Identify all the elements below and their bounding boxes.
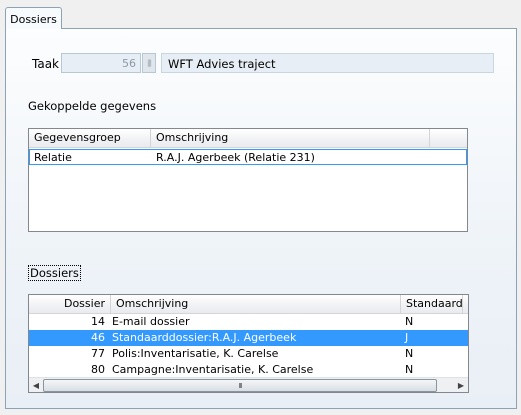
list-item[interactable]: Relatie R.A.J. Agerbeek (Relatie 231) xyxy=(29,149,467,165)
cell-omschrijving: E-mail dossier xyxy=(112,315,190,328)
list-header: Dossier Omschrijving Standaard xyxy=(29,295,468,314)
scroll-left-icon[interactable]: ◀ xyxy=(30,379,42,391)
cell-omschrijving: R.A.J. Agerbeek (Relatie 231) xyxy=(156,151,315,164)
cell-standaard: N xyxy=(405,315,414,328)
gekoppelde-gegevens-label: Gekoppelde gegevens xyxy=(28,99,157,113)
scroll-right-icon[interactable]: ▶ xyxy=(455,379,467,391)
cell-standaard: J xyxy=(405,331,409,344)
cell-dossier: 77 xyxy=(91,347,105,360)
tab-dossiers[interactable]: Dossiers xyxy=(5,7,62,29)
dossiers-panel: Taak 56 ||| WFT Advies traject Gekoppeld… xyxy=(5,28,517,409)
tab-dossiers-label: Dossiers xyxy=(10,12,57,26)
taak-lookup-button[interactable]: ||| xyxy=(142,53,156,73)
cell-dossier: 46 xyxy=(91,331,105,344)
column-header-gegevensgroep[interactable]: Gegevensgroep xyxy=(29,129,151,147)
gekoppelde-gegevens-list[interactable]: Gegevensgroep Omschrijving Relatie R.A.J… xyxy=(28,128,468,232)
column-header-omschrijving[interactable]: Omschrijving xyxy=(111,295,401,313)
cell-dossier: 80 xyxy=(91,363,105,376)
taak-number-field[interactable]: 56 xyxy=(61,53,141,73)
grip-icon: III xyxy=(238,381,242,390)
horizontal-scrollbar[interactable]: ◀ III ▶ xyxy=(29,377,468,392)
list-header: Gegevensgroep Omschrijving xyxy=(29,129,467,148)
column-header-standaard[interactable]: Standaard xyxy=(401,295,463,313)
table-row[interactable]: 14 E-mail dossier N xyxy=(29,314,468,330)
cell-standaard: N xyxy=(405,363,414,376)
taak-label: Taak xyxy=(32,57,59,71)
cell-omschrijving: Polis:Inventarisatie, K. Carelse xyxy=(112,347,279,360)
cell-gegevensgroep: Relatie xyxy=(34,151,72,164)
taak-description-field[interactable]: WFT Advies traject xyxy=(161,53,494,73)
dossiers-label: Dossiers xyxy=(28,265,81,281)
table-row-selected[interactable]: 46 Standaarddossier:R.A.J. Agerbeek J xyxy=(29,330,468,346)
cell-standaard: N xyxy=(405,347,414,360)
table-row[interactable]: 80 Campagne:Inventarisatie, K. Carelse N xyxy=(29,362,468,378)
dossiers-list[interactable]: Dossier Omschrijving Standaard 14 E-mail… xyxy=(28,294,469,393)
lookup-icon: ||| xyxy=(146,59,152,67)
cell-dossier: 14 xyxy=(91,315,105,328)
cell-omschrijving: Standaarddossier:R.A.J. Agerbeek xyxy=(112,331,297,344)
column-header-omschrijving[interactable]: Omschrijving xyxy=(151,129,430,147)
column-header-dossier[interactable]: Dossier xyxy=(29,295,111,313)
cell-omschrijving: Campagne:Inventarisatie, K. Carelse xyxy=(112,363,314,376)
scroll-thumb[interactable]: III xyxy=(43,379,437,392)
table-row[interactable]: 77 Polis:Inventarisatie, K. Carelse N xyxy=(29,346,468,362)
